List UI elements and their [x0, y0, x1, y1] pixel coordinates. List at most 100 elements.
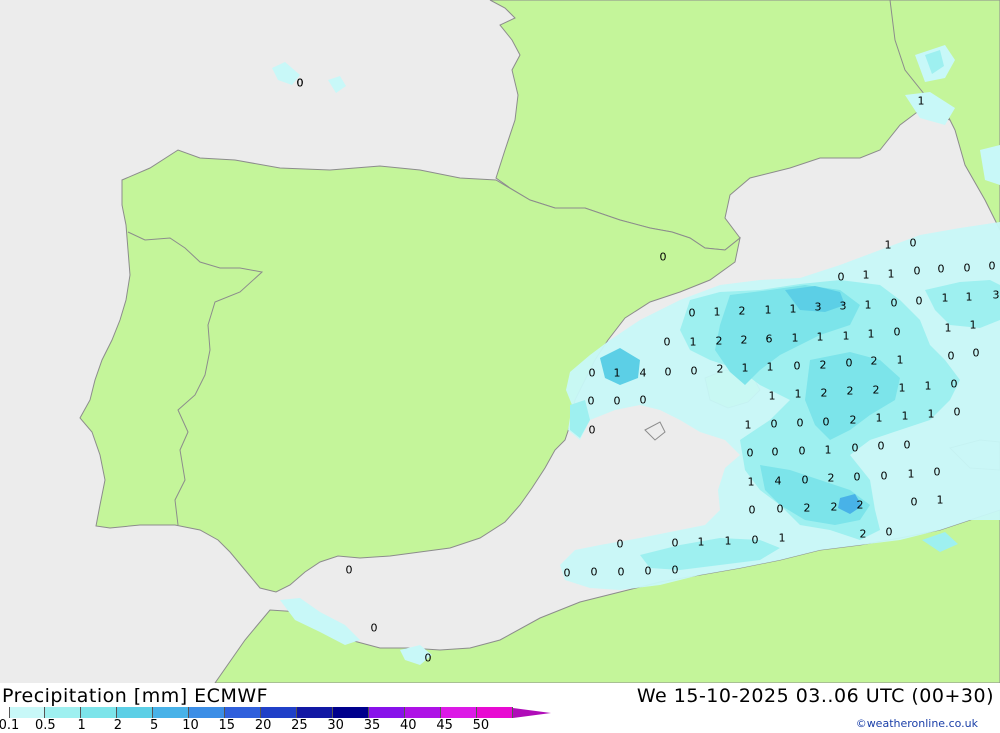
precip-value-label: 0: [916, 295, 923, 308]
precip-value-label: 0: [948, 350, 955, 363]
precip-value-label: 1: [714, 306, 721, 319]
precip-value-label: 0: [802, 474, 809, 487]
legend-tick: 25: [291, 718, 308, 733]
precip-value-label: 0: [964, 262, 971, 275]
precip-value-label: 6: [766, 333, 773, 346]
precip-value-label: 0: [878, 440, 885, 453]
precip-value-label: 1: [945, 322, 952, 335]
precip-value-label: 0: [914, 265, 921, 278]
precip-value-label: 2: [871, 355, 878, 368]
precip-value-label: 0: [938, 263, 945, 276]
precip-value-label: 0: [777, 503, 784, 516]
precip-value-label: 0: [886, 526, 893, 539]
precip-value-label: 0: [852, 442, 859, 455]
precip-value-label: 0: [797, 417, 804, 430]
precip-value-label: 0: [846, 357, 853, 370]
legend-tick: 45: [436, 718, 453, 733]
precip-value-label: 0: [989, 260, 996, 273]
legend-swatch: [45, 707, 81, 718]
precip-value-label: 0: [672, 564, 679, 577]
precip-value-label: 2: [831, 501, 838, 514]
legend-tick: 1: [77, 718, 86, 733]
precip-value-label: 1: [899, 382, 906, 395]
precip-value-label: 3: [993, 289, 1000, 302]
precip-value-label: 1: [865, 299, 872, 312]
precip-value-label: 1: [885, 239, 892, 252]
legend-tick: 40: [400, 718, 417, 733]
legend-swatch: [477, 707, 513, 718]
precip-value-label: 2: [857, 499, 864, 512]
precip-value-label: 0: [894, 326, 901, 339]
precip-value-label: 0: [591, 566, 598, 579]
precip-value-label: 0: [973, 347, 980, 360]
precip-value-label: 0: [660, 251, 667, 264]
precip-value-label: 0: [772, 446, 779, 459]
footer-bar: Precipitation [mm] ECMWF We 15-10-2025 0…: [0, 683, 1000, 733]
legend-swatch: [153, 707, 189, 718]
legend-swatch: [9, 707, 45, 718]
precip-value-label: 0: [891, 297, 898, 310]
precip-value-label: 2: [873, 384, 880, 397]
precipitation-map[interactable]: 0 0 1 0 1 0 0 1 1 0 0 0 0 0 1 2 1 1 3 3 1 0 0 1 1 3 1 1 0 1 2 2 6 1 1 1 1 0 0 1…: [0, 0, 1000, 683]
precip-value-label: 0: [823, 416, 830, 429]
legend-tick: 15: [218, 718, 236, 733]
precip-value-label: 2: [847, 385, 854, 398]
precip-value-label: 1: [918, 95, 925, 108]
precip-value-label: 0: [689, 307, 696, 320]
legend-swatch: [261, 707, 297, 718]
precip-value-label: 1: [769, 390, 776, 403]
legend-tick: 30: [327, 718, 344, 733]
precip-value-label: 2: [828, 472, 835, 485]
precip-value-label: 1: [937, 494, 944, 507]
precip-value-label: 0: [589, 367, 596, 380]
precip-value-label: 1: [767, 361, 774, 374]
legend-tick-labels: 0.1 0.5 1 2 5 10 15 20 25 30 35 40 45 50: [0, 718, 560, 733]
legend-arrow: [513, 707, 551, 718]
precip-value-label: 0: [371, 622, 378, 635]
precip-value-label: 0: [617, 538, 624, 551]
credit-link[interactable]: ©weatheronline.co.uk: [856, 717, 978, 730]
precip-value-label: 1: [942, 292, 949, 305]
precip-value-label: 1: [888, 268, 895, 281]
precip-value-label: 0: [588, 395, 595, 408]
precip-value-label: 0: [749, 504, 756, 517]
color-legend: [9, 707, 551, 718]
precip-value-label: 0: [665, 366, 672, 379]
precip-value-label: 0: [346, 564, 353, 577]
precip-value-label: 0: [904, 439, 911, 452]
precip-value-label: 1: [765, 304, 772, 317]
precip-value-label: 1: [863, 269, 870, 282]
precip-value-label: 0: [911, 496, 918, 509]
precip-value-label: 1: [698, 536, 705, 549]
precip-value-label: 0: [589, 424, 596, 437]
legend-tick: 50: [472, 718, 490, 733]
legend-tick: 0.1: [0, 718, 20, 733]
precip-value-label: 0: [954, 406, 961, 419]
precip-value-label: 1: [843, 330, 850, 343]
precip-value-label: 2: [850, 414, 857, 427]
precip-value-label: 3: [840, 300, 847, 313]
precip-value-label: 0: [799, 445, 806, 458]
precip-value-label: 0: [614, 395, 621, 408]
legend-swatch: [117, 707, 153, 718]
precip-value-label: 1: [817, 331, 824, 344]
map-canvas: 0 0 1 0 1 0 0 1 1 0 0 0 0 0 1 2 1 1 3 3 1 0 0 1 1 3 1 1 0 1 2 2 6 1 1 1 1 0 0 1…: [0, 0, 1000, 683]
precip-value-label: 0: [664, 336, 671, 349]
legend-swatch: [225, 707, 261, 718]
precip-value-label: 3: [815, 301, 822, 314]
legend-swatch: [405, 707, 441, 718]
precip-value-label: 1: [825, 444, 832, 457]
precip-value-label: 0: [640, 394, 647, 407]
precip-value-label: 1: [928, 408, 935, 421]
precip-value-label: 1: [725, 535, 732, 548]
precip-value-label: 0: [645, 565, 652, 578]
precip-value-label: 0: [854, 471, 861, 484]
forecast-datetime: We 15-10-2025 03..06 UTC (00+30): [636, 685, 994, 707]
precip-value-label: 1: [745, 419, 752, 432]
legend-swatch: [369, 707, 405, 718]
precip-value-label: 1: [748, 476, 755, 489]
precip-value-label: 0: [910, 237, 917, 250]
precip-value-label: 2: [739, 305, 746, 318]
map-title: Precipitation [mm] ECMWF: [2, 685, 269, 707]
precip-value-label: 2: [716, 335, 723, 348]
